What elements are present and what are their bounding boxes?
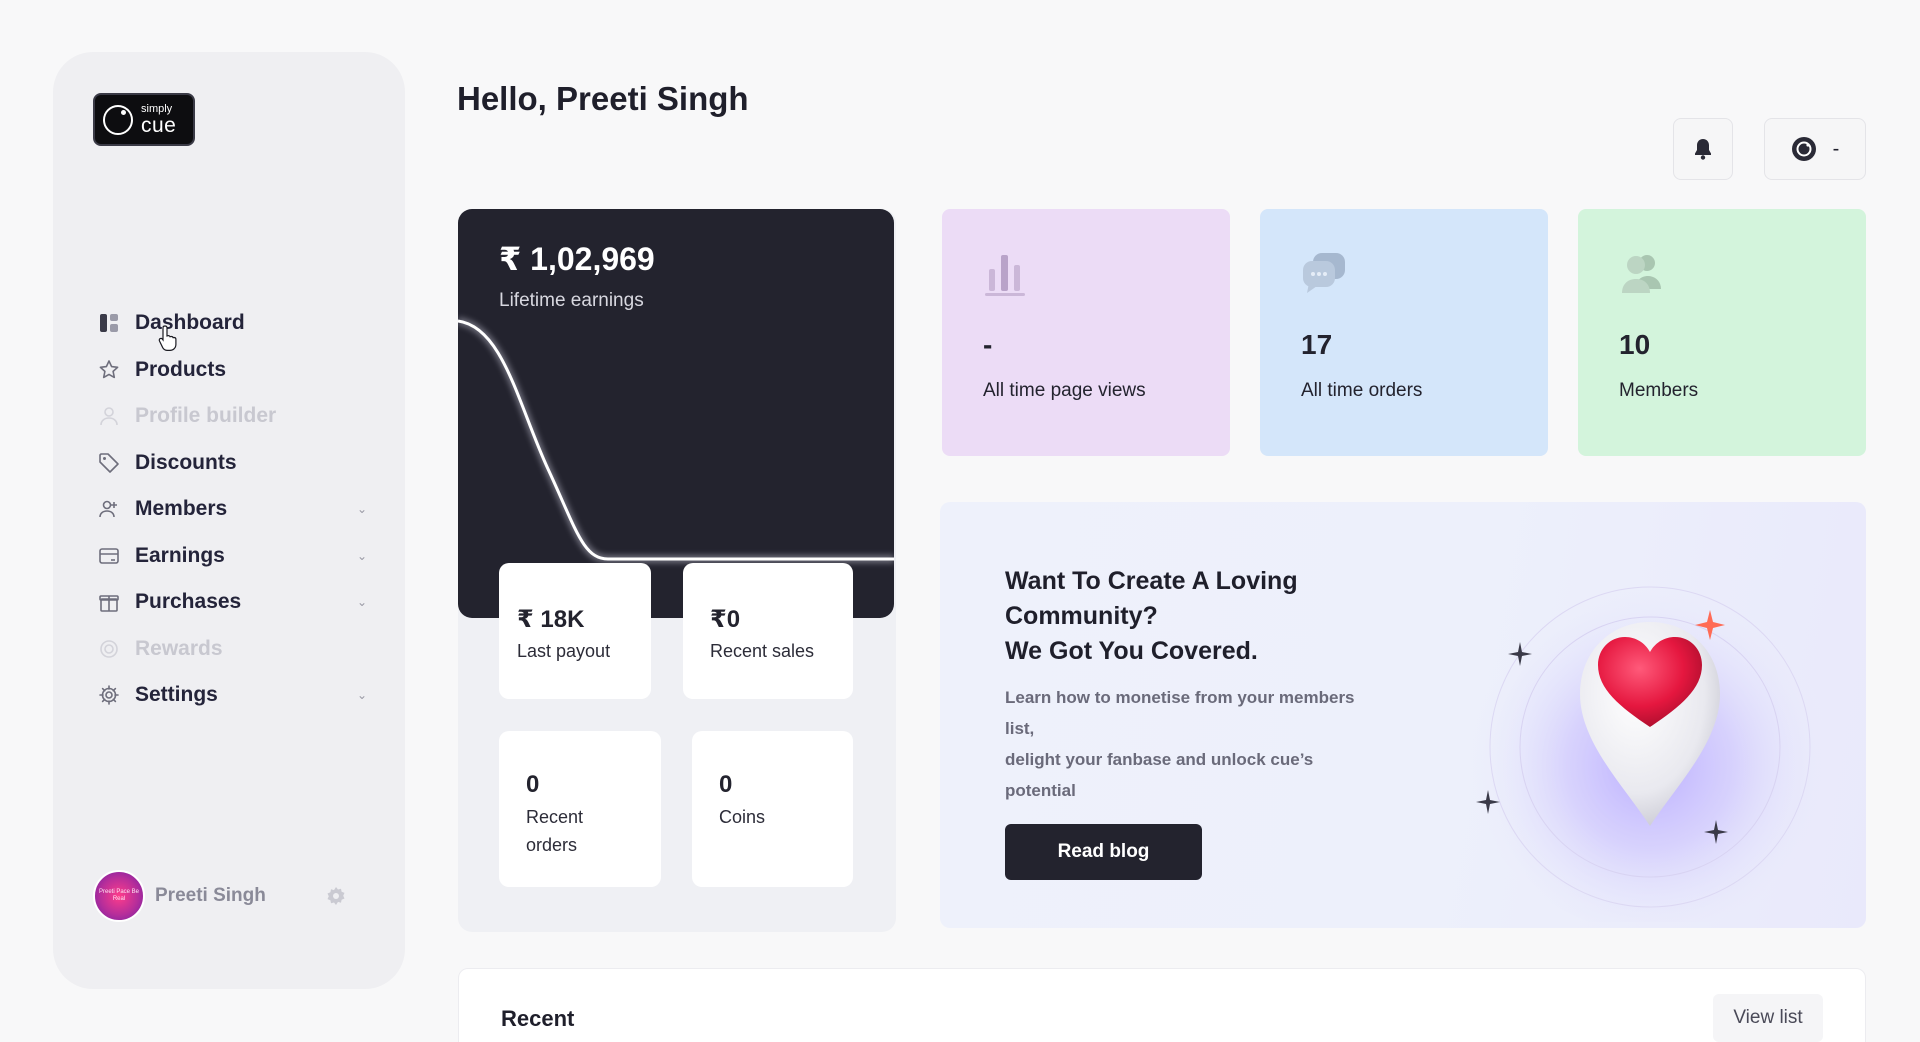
orders-card[interactable]: 17 All time orders (1260, 209, 1548, 456)
bar-chart-icon (985, 255, 1025, 296)
chevron-down-icon[interactable]: ⌄ (357, 595, 367, 609)
heart-pin-illustration (1465, 562, 1835, 922)
view-list-button[interactable]: View list (1713, 994, 1823, 1042)
chevron-down-icon[interactable]: ⌄ (357, 502, 367, 516)
members-label: Members (1619, 380, 1699, 401)
page-views-value: - (983, 329, 993, 360)
page-views-card[interactable]: - All time page views (942, 209, 1230, 456)
read-blog-button[interactable]: Read blog (1005, 824, 1202, 880)
coins-card[interactable]: 0 Coins (692, 731, 853, 887)
account-menu-button[interactable]: - (1764, 118, 1866, 180)
chat-bubbles-icon (1303, 253, 1345, 293)
avatar[interactable]: Preeti Pace Be Real (93, 870, 145, 922)
sidebar-item-discounts[interactable]: Discounts (97, 440, 377, 487)
recent-orders-label-line2: orders (526, 835, 578, 855)
sidebar-item-rewards[interactable]: Rewards (97, 626, 377, 673)
members-card[interactable]: 10 Members (1578, 209, 1866, 456)
sidebar-item-label: Dashboard (135, 311, 245, 335)
recent-orders-label-line1: Recent (526, 807, 584, 827)
members-icon (97, 497, 121, 521)
recent-orders-value: 0 (526, 771, 540, 798)
notifications-button[interactable] (1673, 118, 1733, 180)
sidebar-item-label: Rewards (135, 636, 223, 660)
account-logo-icon (1791, 137, 1816, 161)
members-value: 10 (1619, 329, 1651, 360)
mouse-pointer-icon (158, 325, 177, 351)
community-promo-banner: Want To Create A Loving Community? We Go… (940, 502, 1866, 928)
logo-small-text: simply (141, 102, 173, 115)
user-profile[interactable]: Preeti Pace Be Real Preeti Singh (93, 870, 373, 922)
earnings-panel: ₹ 1,02,969 Lifetime earnings ₹ 18K Last … (458, 209, 896, 932)
dashboard-icon (97, 311, 121, 335)
promo-title: Want To Create A Loving Community? We Go… (1005, 567, 1298, 665)
lifetime-earnings-value: ₹ 1,02,969 (499, 241, 655, 277)
recent-section: Recent View list (458, 968, 1866, 1042)
bell-icon (1695, 139, 1711, 160)
orders-value: 17 (1301, 329, 1333, 360)
recent-title: Recent (501, 1006, 575, 1031)
user-icon (97, 404, 121, 428)
sidebar: simply cue Dashboard Products Profile bu… (53, 52, 405, 989)
page-title: Hello, Preeti Singh (457, 80, 749, 117)
promo-description: Learn how to monetise from your members … (1005, 688, 1355, 800)
sidebar-item-label: Settings (135, 683, 218, 707)
card-icon (97, 544, 121, 568)
star-icon (97, 358, 121, 382)
gift-icon (97, 590, 121, 614)
orders-label: All time orders (1301, 380, 1423, 401)
sidebar-item-settings[interactable]: Settings ⌄ (97, 672, 377, 719)
sidebar-item-label: Products (135, 357, 227, 381)
lifetime-earnings-label: Lifetime earnings (499, 290, 644, 311)
sidebar-item-purchases[interactable]: Purchases ⌄ (97, 579, 377, 626)
last-payout-label: Last payout (517, 641, 611, 661)
earnings-card: ₹ 1,02,969 Lifetime earnings (458, 209, 894, 618)
sidebar-item-dashboard[interactable]: Dashboard (97, 300, 377, 347)
profile-settings-icon[interactable] (323, 883, 349, 909)
sidebar-item-earnings[interactable]: Earnings ⌄ (97, 533, 377, 580)
recent-sales-label: Recent sales (710, 641, 815, 661)
sidebar-item-label: Members (135, 497, 228, 521)
coins-value: 0 (719, 771, 733, 798)
sidebar-item-label: Earnings (135, 543, 225, 567)
gear-icon (97, 683, 121, 707)
last-payout-value: ₹ 18K (517, 606, 585, 633)
chevron-down-icon[interactable]: ⌄ (357, 688, 367, 702)
profile-name: Preeti Singh (155, 885, 266, 906)
sidebar-item-products[interactable]: Products (97, 347, 377, 394)
sidebar-item-label: Profile builder (135, 404, 277, 428)
page-views-label: All time page views (983, 380, 1146, 401)
brand-logo[interactable]: simply cue (93, 93, 195, 146)
last-payout-card[interactable]: ₹ 18K Last payout (499, 563, 651, 699)
recent-sales-value: ₹0 (710, 606, 741, 633)
sidebar-item-label: Purchases (135, 590, 242, 614)
account-label: - (1832, 137, 1840, 160)
logo-ring-icon (103, 104, 133, 135)
sidebar-item-label: Discounts (135, 450, 237, 474)
sidebar-item-members[interactable]: Members ⌄ (97, 486, 377, 533)
recent-orders-card[interactable]: 0 Recent orders (499, 731, 661, 887)
coin-icon (97, 637, 121, 661)
users-icon (1622, 255, 1661, 293)
tag-icon (97, 451, 121, 475)
coins-label: Coins (719, 807, 766, 827)
recent-sales-card[interactable]: ₹0 Recent sales (683, 563, 853, 699)
sidebar-item-profile-builder[interactable]: Profile builder (97, 393, 377, 440)
logo-big-text: cue (141, 113, 177, 137)
chevron-down-icon[interactable]: ⌄ (357, 549, 367, 563)
sidebar-nav: Dashboard Products Profile builder Disco… (97, 300, 377, 719)
